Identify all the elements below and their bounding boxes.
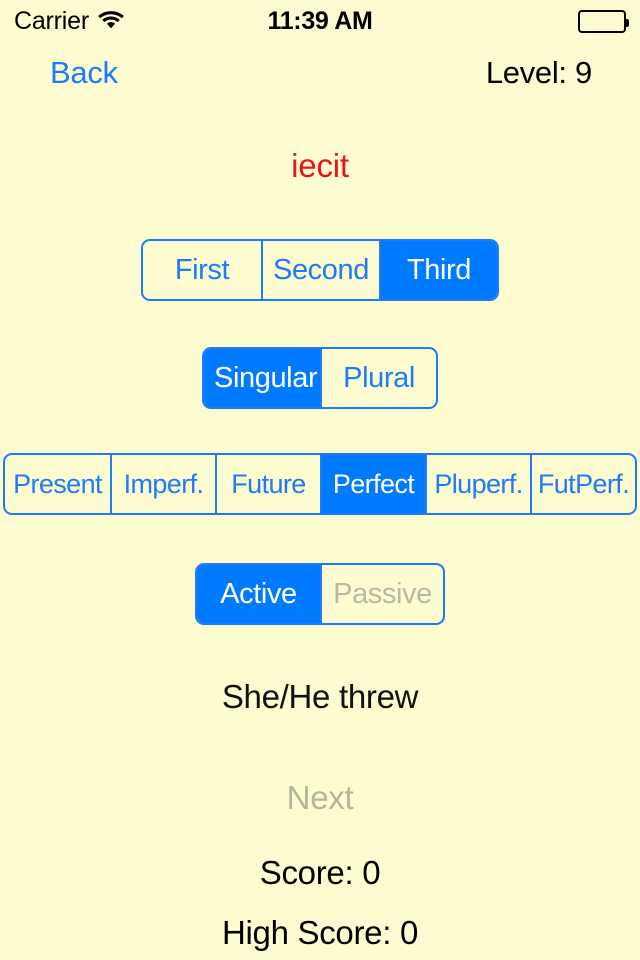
segment-active[interactable]: Active bbox=[197, 565, 320, 623]
segment-plural[interactable]: Plural bbox=[320, 349, 436, 407]
segment-perfect[interactable]: Perfect bbox=[320, 455, 425, 513]
segment-present[interactable]: Present bbox=[5, 455, 110, 513]
carrier-label: Carrier bbox=[14, 6, 89, 35]
segment-futperf[interactable]: FutPerf. bbox=[530, 455, 635, 513]
translation-text: She/He threw bbox=[221, 678, 419, 715]
person-segmented-control[interactable]: First Second Third bbox=[141, 239, 499, 301]
voice-segmented-control[interactable]: Active Passive bbox=[195, 563, 445, 625]
score-label: Score: 0 bbox=[259, 854, 381, 891]
segment-future[interactable]: Future bbox=[215, 455, 320, 513]
tense-segmented-control[interactable]: Present Imperf. Future Perfect Pluperf. FutPe… bbox=[3, 453, 637, 515]
voice-control-row: Active Passive bbox=[0, 515, 640, 625]
segment-singular[interactable]: Singular bbox=[204, 349, 320, 407]
status-bar: Carrier 11:39 AM bbox=[0, 0, 640, 42]
segment-imperf[interactable]: Imperf. bbox=[110, 455, 215, 513]
battery-full-icon bbox=[578, 9, 629, 33]
number-segmented-control[interactable]: Singular Plural bbox=[202, 347, 438, 409]
prompt-word: iecit bbox=[291, 147, 349, 184]
person-control-row: First Second Third bbox=[0, 185, 640, 301]
nav-bar: Back Level: 9 bbox=[0, 50, 640, 96]
status-bar-left: Carrier bbox=[14, 7, 124, 36]
segment-pluperf[interactable]: Pluperf. bbox=[425, 455, 530, 513]
status-bar-right bbox=[578, 9, 629, 33]
wifi-icon bbox=[98, 10, 124, 34]
back-button[interactable]: Back bbox=[50, 55, 118, 91]
segment-third[interactable]: Third bbox=[379, 241, 497, 299]
segment-passive: Passive bbox=[320, 565, 443, 623]
level-label: Level: 9 bbox=[485, 55, 592, 90]
high-score-label: High Score: 0 bbox=[221, 914, 419, 951]
segment-second[interactable]: Second bbox=[261, 241, 379, 299]
number-control-row: Singular Plural bbox=[0, 301, 640, 409]
segment-first[interactable]: First bbox=[143, 241, 261, 299]
next-button[interactable]: Next bbox=[0, 779, 640, 817]
tense-control-row: Present Imperf. Future Perfect Pluperf. FutPe… bbox=[0, 453, 640, 515]
